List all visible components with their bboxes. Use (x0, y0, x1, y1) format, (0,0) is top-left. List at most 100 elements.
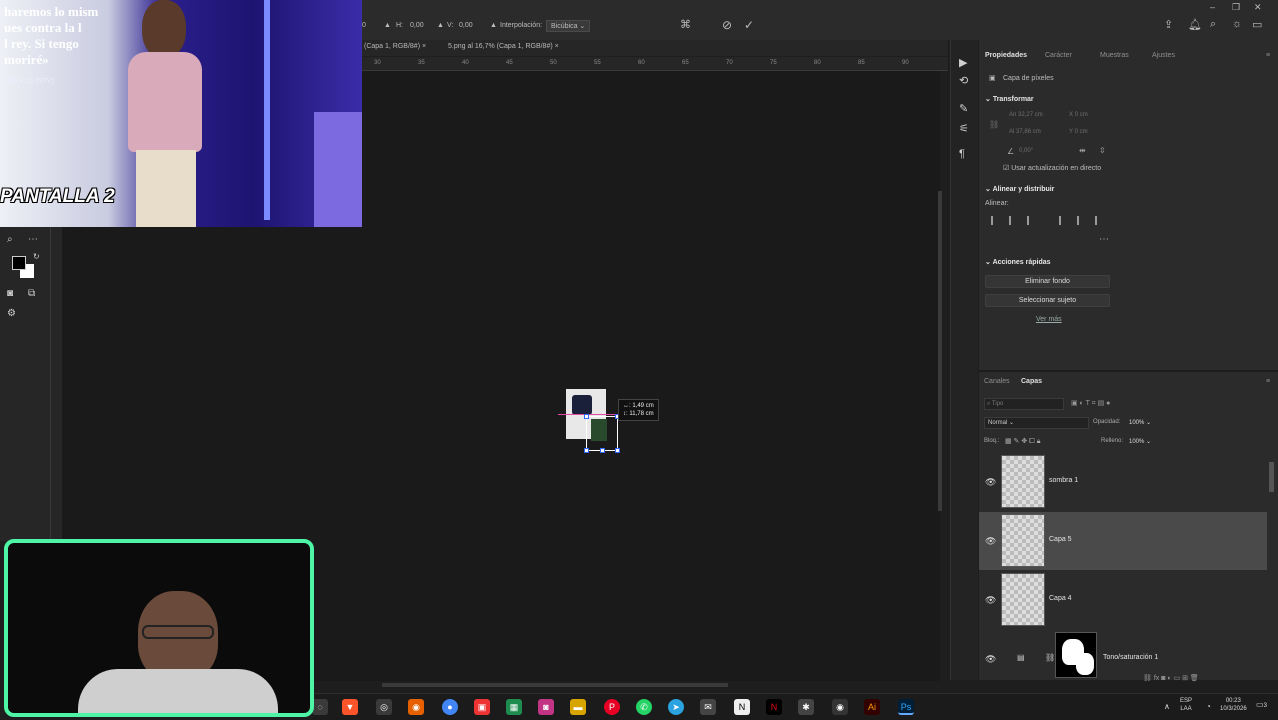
align-section[interactable]: ⌄ Alinear y distribuir (985, 185, 1054, 193)
clock[interactable]: 00:23 10/3/2026 (1220, 697, 1247, 713)
align-center-icon[interactable] (1009, 216, 1019, 225)
vertical-scrollbar[interactable] (938, 191, 942, 511)
edge-icon[interactable]: ◌ (312, 699, 328, 715)
wifi-icon[interactable]: ◔ (1206, 702, 1211, 711)
edit-toolbar-icon[interactable]: ⚙ (7, 308, 16, 319)
quick-actions-section[interactable]: ⌄ Acciones rápidas (985, 258, 1051, 266)
share-icon[interactable]: ⇪ (1164, 18, 1173, 31)
adjust-icon[interactable]: ⚟ (959, 122, 969, 135)
y-field[interactable]: Y 0 cm (1069, 129, 1088, 135)
notion-icon[interactable]: N (734, 699, 750, 715)
fill-input[interactable]: 100% ⌄ (1129, 438, 1151, 445)
panel-menu-icon[interactable]: ≡ (1266, 52, 1270, 59)
tab-swatches[interactable]: Muestras (1100, 52, 1129, 59)
foreground-color-swatch[interactable] (12, 256, 26, 270)
close-icon[interactable]: × (422, 43, 426, 50)
more-tools-icon[interactable]: ⋯ (28, 234, 38, 245)
zoom-tool-icon[interactable]: ⌕ (7, 234, 13, 245)
brave-icon[interactable]: ▼ (342, 699, 358, 715)
doc-tab-2[interactable]: 5.png al 16,7% (Capa 1, RGB/8#) × (448, 43, 559, 50)
transform-handle[interactable] (600, 448, 605, 453)
align-left-icon[interactable] (991, 216, 1001, 225)
app-red-icon[interactable]: ▣ (474, 699, 490, 715)
x-field[interactable]: X 0 cm (1069, 112, 1088, 118)
cancel-transform-icon[interactable]: ⊘ (722, 18, 732, 32)
layer-actions-bar[interactable]: ⛓ fx ◙ ◐ ▭ ⊞ 🗑︎ (1143, 674, 1199, 682)
layer-row-selected[interactable]: 👁︎ Capa 5 (979, 512, 1267, 570)
telegram-icon[interactable]: ➤ (668, 699, 684, 715)
align-right-icon[interactable] (1027, 216, 1037, 225)
visibility-eye-icon[interactable]: 👁︎ (985, 595, 996, 606)
tab-character[interactable]: Carácter (1045, 52, 1072, 59)
link-icon[interactable]: ⛓ (989, 120, 999, 129)
history-icon[interactable]: ⟲ (959, 74, 968, 87)
paragraph-icon[interactable]: ¶ (959, 148, 965, 160)
bell-icon[interactable]: 🔔︎ (1188, 18, 1202, 31)
visibility-eye-icon[interactable]: 👁︎ (985, 536, 996, 547)
tray-chevron-icon[interactable]: ∧ (1164, 702, 1170, 711)
app-icon-3[interactable]: ◉ (832, 699, 848, 715)
instagram-icon[interactable]: ◙ (538, 699, 554, 715)
align-top-icon[interactable] (1059, 216, 1069, 225)
layer-row[interactable]: 👁︎ sombra 1 (979, 453, 1267, 511)
whatsapp-icon[interactable]: ✆ (636, 699, 652, 715)
horizontal-scrollbar[interactable] (382, 683, 728, 687)
doc-tab-1[interactable]: (Capa 1, RGB/8#) × (364, 43, 426, 50)
layer-row[interactable]: 👁︎ Capa 4 (979, 571, 1267, 629)
transform-handle[interactable] (584, 414, 589, 419)
flip-horizontal-icon[interactable]: ⇹ (1079, 146, 1086, 155)
app-icon[interactable]: ◎ (376, 699, 392, 715)
warp-icon[interactable]: ⌘ (680, 18, 691, 31)
align-bottom-icon[interactable] (1095, 216, 1105, 225)
folder-icon[interactable]: ▬ (570, 699, 586, 715)
workspace-icon[interactable]: ▭ (1252, 18, 1262, 31)
transform-handle[interactable] (615, 448, 620, 453)
layer-row[interactable]: 👁︎ ▤ ⛓ Tono/saturación 1 (979, 630, 1267, 680)
height-field[interactable]: Al 37,86 cm (1009, 129, 1041, 135)
flip-vertical-icon[interactable]: ⇳ (1099, 146, 1106, 155)
layers-menu-icon[interactable]: ≡ (1266, 378, 1270, 385)
search-icon[interactable]: ⌕ (1210, 18, 1216, 31)
minimize-button[interactable]: – (1210, 2, 1215, 12)
photoshop-icon[interactable]: Ps (898, 699, 914, 715)
illustrator-icon[interactable]: Ai (864, 699, 880, 715)
more-options-icon[interactable]: ⋯ (1099, 234, 1109, 245)
layer-filter-icons[interactable]: ▣ ◐ T ⌗ ▤ ● (1071, 399, 1110, 408)
see-more-link[interactable]: Ver más (1036, 316, 1062, 323)
brush-icon[interactable]: ✎ (959, 102, 968, 115)
close-button[interactable]: ✕ (1254, 2, 1262, 13)
chrome-icon[interactable]: ● (442, 699, 458, 715)
live-update-checkbox[interactable]: ☑ Usar actualización en directo (1003, 164, 1101, 172)
close-icon[interactable]: × (555, 43, 559, 50)
transform-box[interactable] (584, 414, 620, 453)
netflix-icon[interactable]: N (766, 699, 782, 715)
select-subject-button[interactable]: Seleccionar sujeto (985, 294, 1110, 307)
swap-colors-icon[interactable]: ↻ (33, 252, 40, 261)
tab-properties[interactable]: Propiedades (985, 52, 1027, 59)
interpolation-select[interactable]: Bicúbica ⌄ (546, 20, 591, 32)
tab-adjustments[interactable]: Ajustes (1152, 52, 1175, 59)
sheets-icon[interactable]: ▦ (506, 699, 522, 715)
quick-mask-icon[interactable]: ◙ (7, 288, 13, 299)
pinterest-icon[interactable]: P (604, 699, 620, 715)
lock-icons[interactable]: ▦ ✎ ✥ ⧠ 🔒︎ (1005, 437, 1040, 446)
screen-mode-icon[interactable]: ⧉ (28, 288, 35, 299)
firefox-icon[interactable]: ◉ (408, 699, 424, 715)
transform-section[interactable]: ⌄ Transformar (985, 95, 1034, 103)
tab-layers[interactable]: Capas (1021, 378, 1042, 385)
language-indicator[interactable]: ESP LAA (1180, 697, 1192, 713)
v-input[interactable]: 0,00 (459, 22, 473, 29)
notification-icon[interactable]: ▭3 (1256, 700, 1267, 709)
play-icon[interactable]: ▶ (959, 56, 967, 69)
width-field[interactable]: An 32,27 cm (1009, 112, 1043, 118)
commit-transform-icon[interactable]: ✓ (744, 18, 754, 32)
visibility-eye-icon[interactable]: 👁︎ (985, 654, 996, 665)
angle-value[interactable]: 0,00° (1019, 148, 1033, 154)
layer-search-input[interactable]: ⌕ Tipo (984, 398, 1064, 410)
blend-mode-select[interactable]: Normal ⌄ (984, 417, 1089, 429)
visibility-eye-icon[interactable]: 👁︎ (985, 477, 996, 488)
light-icon[interactable]: ☼ (1232, 18, 1242, 30)
h-input[interactable]: 0,00 (410, 22, 424, 29)
align-middle-icon[interactable] (1077, 216, 1087, 225)
transform-handle[interactable] (584, 448, 589, 453)
